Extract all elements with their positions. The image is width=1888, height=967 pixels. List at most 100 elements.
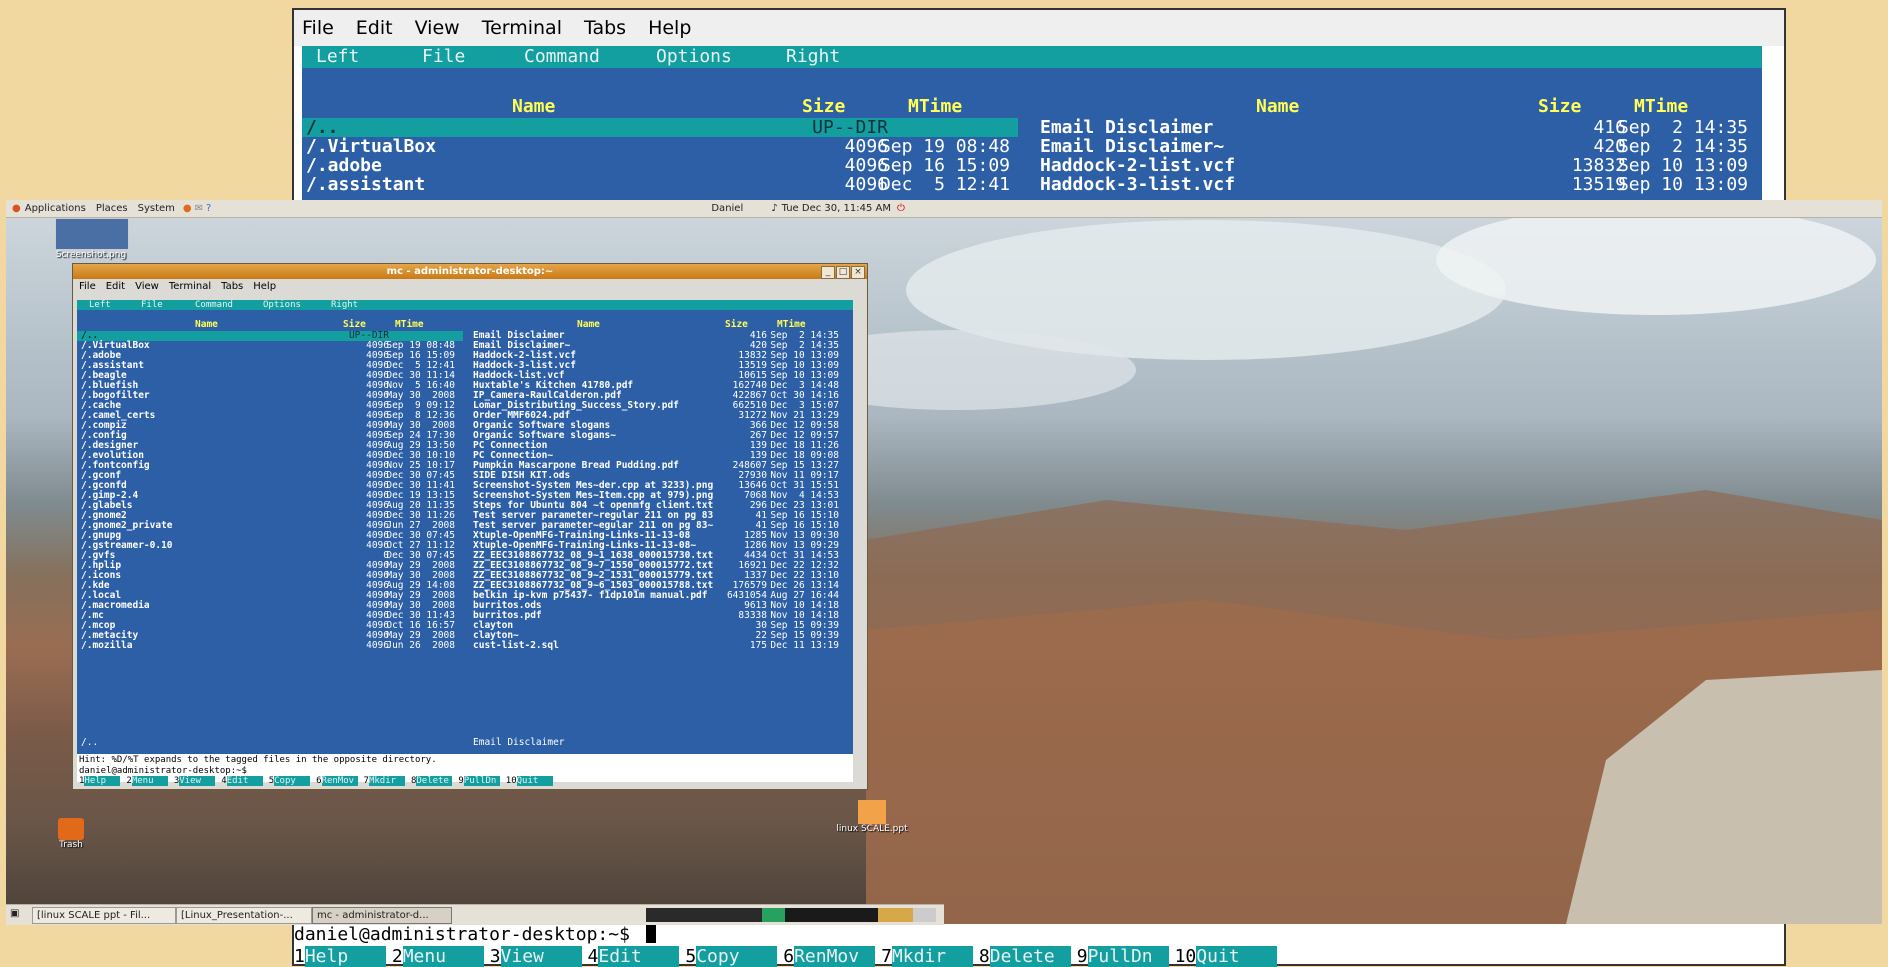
fkey-edit-button[interactable]: Edit [598, 946, 680, 967]
menu-view[interactable]: View [135, 281, 159, 292]
workspace-switcher[interactable] [646, 908, 936, 922]
show-desktop-icon[interactable]: ▣ [10, 908, 19, 919]
fkey-view-button[interactable]: View [179, 776, 216, 786]
fkey-number: 9 [458, 776, 464, 786]
mc-menu-file[interactable]: File [422, 46, 465, 68]
menu-terminal[interactable]: Terminal [482, 17, 562, 39]
col-name-header[interactable]: Name [1256, 96, 1299, 117]
window-titlebar[interactable]: mc - administrator-desktop:~ [73, 264, 867, 279]
fkey-menu-button[interactable]: Menu [131, 776, 168, 786]
maximize-icon[interactable]: □ [836, 266, 850, 279]
fkey-menu-button[interactable]: Menu [402, 946, 484, 967]
file-row[interactable]: /.adobe 4096 Sep 16 15:09 [302, 156, 1018, 175]
fkey-help-button[interactable]: Help [304, 946, 386, 967]
mc-menu-left[interactable]: Left [316, 46, 359, 68]
menu-help[interactable]: Help [648, 17, 691, 39]
col-mtime-header[interactable]: MTime [1634, 96, 1688, 117]
file-name: /.. [306, 117, 339, 138]
minimize-icon[interactable]: _ [821, 266, 835, 279]
mc-left-panel: Name Size MTime /.. UP--DIR/.VirtualBox 40… [77, 310, 465, 754]
col-mtime-header[interactable]: MTime [777, 319, 806, 330]
help-icon[interactable]: ? [206, 203, 211, 214]
fkey-quit-button[interactable]: Quit [516, 776, 553, 786]
fkey-delete-button[interactable]: Delete [989, 946, 1071, 967]
volume-icon[interactable]: ♪ [771, 203, 777, 214]
mc-menu-options[interactable]: Options [656, 46, 732, 68]
fkey-pulldn-button[interactable]: PullDn [1087, 946, 1169, 967]
col-name-header[interactable]: Name [195, 319, 218, 330]
mc-menu-command[interactable]: Command [524, 46, 600, 68]
mc-menu-command[interactable]: Command [195, 300, 233, 310]
file-mtime: Sep 10 13:09 [1617, 174, 1748, 195]
menu-help[interactable]: Help [253, 281, 276, 292]
mc-right-panel: Name Size MTime Email Disclaimer 416 Sep 2… [465, 310, 853, 754]
menu-view[interactable]: View [415, 17, 460, 39]
menu-file[interactable]: File [302, 17, 334, 39]
taskbar-item-3[interactable]: mc - administrator-d... [312, 907, 452, 924]
mail-icon[interactable]: ✉ [195, 203, 203, 214]
close-icon[interactable]: × [851, 266, 865, 279]
fkey-copy-button[interactable]: Copy [274, 776, 311, 786]
fkey-copy-button[interactable]: Copy [696, 946, 778, 967]
menu-tabs[interactable]: Tabs [584, 17, 626, 39]
desktop-icon-linux-scale[interactable]: linux SCALE.ppt [832, 800, 912, 834]
menu-edit[interactable]: Edit [106, 281, 125, 292]
menu-file[interactable]: File [79, 281, 96, 292]
col-mtime-header[interactable]: MTime [908, 96, 962, 117]
file-row[interactable]: /.assistant 4096 Dec 5 12:41 [302, 175, 1018, 194]
window-menubar: File Edit View Terminal Tabs Help [73, 279, 867, 293]
file-name: Haddock-2-list.vcf [1040, 155, 1236, 176]
col-size-header[interactable]: Size [343, 319, 366, 330]
fkey-mkdir-button[interactable]: Mkdir [368, 776, 405, 786]
fkey-pulldn-button[interactable]: PullDn [463, 776, 500, 786]
file-row[interactable]: Email Disclaimer 416 Sep 2 14:35 [1022, 118, 1762, 137]
system-menu[interactable]: System [138, 203, 175, 214]
mc-menu-right[interactable]: Right [331, 300, 358, 310]
taskbar-item-2[interactable]: [Linux_Presentation-... [176, 907, 312, 924]
firefox-icon[interactable]: ● [183, 203, 192, 214]
file-row[interactable]: cust-list-2.sql 175 Dec 11 13:19 [465, 641, 851, 651]
fkey-view-button[interactable]: View [500, 946, 582, 967]
fkey-number: 5 [685, 946, 697, 967]
mc-menu-file[interactable]: File [141, 300, 163, 310]
file-row[interactable]: /.VirtualBox 4096 Sep 19 08:48 [302, 137, 1018, 156]
file-mtime: Jun 26 2008 [386, 640, 455, 651]
file-row[interactable]: Haddock-2-list.vcf 13832 Sep 10 13:09 [1022, 156, 1762, 175]
fkey-delete-button[interactable]: Delete [416, 776, 453, 786]
applications-menu[interactable]: Applications [25, 203, 86, 214]
col-name-header[interactable]: Name [512, 96, 555, 117]
user-name[interactable]: Daniel [711, 203, 743, 214]
fkey-help-button[interactable]: Help [84, 776, 121, 786]
desktop-icon-screenshot[interactable]: Screenshot.png [55, 218, 129, 260]
fkey-renmov-button[interactable]: RenMov [794, 946, 876, 967]
fkey-number: 6 [783, 946, 795, 967]
shutdown-icon[interactable]: ⏻ [897, 203, 905, 214]
fkey-edit-button[interactable]: Edit [226, 776, 263, 786]
desktop-icon-trash[interactable]: Trash [56, 818, 86, 850]
file-name: /.assistant [306, 174, 426, 195]
file-row[interactable]: /.mozilla 4096 Jun 26 2008 [77, 641, 463, 651]
file-mtime: Sep 19 08:48 [879, 136, 1010, 157]
fkey-renmov-button[interactable]: RenMov [321, 776, 358, 786]
menu-terminal[interactable]: Terminal [169, 281, 211, 292]
col-mtime-header[interactable]: MTime [395, 319, 424, 330]
file-row[interactable]: Email Disclaimer~ 420 Sep 2 14:35 [1022, 137, 1762, 156]
places-menu[interactable]: Places [96, 203, 128, 214]
col-size-header[interactable]: Size [802, 96, 845, 117]
mc-menu-right[interactable]: Right [786, 46, 840, 68]
taskbar-item-1[interactable]: [linux SCALE ppt - Fil... [32, 907, 176, 924]
fkey-quit-button[interactable]: Quit [1196, 946, 1278, 967]
clock[interactable]: Tue Dec 30, 11:45 AM [782, 203, 891, 214]
mc-menu-options[interactable]: Options [263, 300, 301, 310]
menu-tabs[interactable]: Tabs [221, 281, 243, 292]
mc-menu-left[interactable]: Left [89, 300, 111, 310]
col-size-header[interactable]: Size [725, 319, 748, 330]
menu-edit[interactable]: Edit [356, 17, 393, 39]
file-row[interactable]: Haddock-3-list.vcf 13519 Sep 10 13:09 [1022, 175, 1762, 194]
file-row[interactable]: /.. UP--DIR [302, 118, 1018, 137]
terminal-cursor [646, 925, 656, 943]
file-name: /.adobe [306, 155, 382, 176]
col-name-header[interactable]: Name [577, 319, 600, 330]
fkey-mkdir-button[interactable]: Mkdir [891, 946, 973, 967]
col-size-header[interactable]: Size [1538, 96, 1581, 117]
